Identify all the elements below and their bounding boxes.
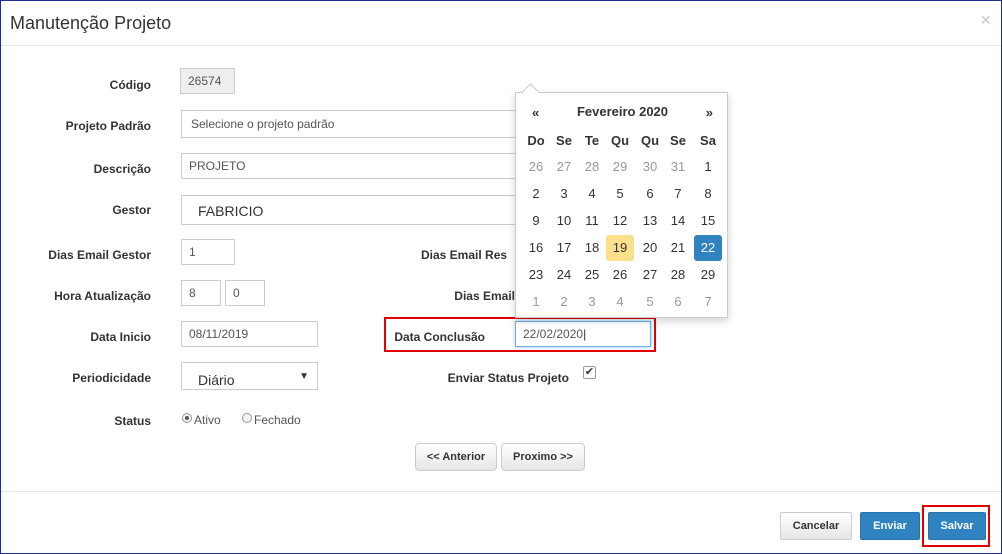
- calendar-day[interactable]: 12: [606, 208, 634, 234]
- dias-email-label: Dias Email: [454, 289, 515, 303]
- dialog-footer: Cancelar Enviar Salvar: [1, 491, 1001, 554]
- close-icon[interactable]: ×: [980, 10, 991, 31]
- calendar-day[interactable]: 9: [522, 208, 550, 234]
- weekday-header: Te: [584, 133, 600, 148]
- calendar-day[interactable]: 2: [522, 181, 550, 207]
- weekday-header: Se: [556, 133, 572, 148]
- calendar-day[interactable]: 24: [550, 262, 578, 288]
- gestor-label: Gestor: [112, 203, 151, 217]
- datepicker: « Fevereiro 2020 » Do Se Te Qu Qu Se Sa 26 27 28 2…: [515, 83, 728, 318]
- calendar-day[interactable]: 5: [606, 181, 634, 207]
- status-ativo-radio[interactable]: [182, 413, 192, 423]
- periodicidade-value: Diário: [198, 372, 235, 388]
- calendar-day[interactable]: 25: [578, 262, 606, 288]
- calendar-day[interactable]: 6: [664, 289, 692, 315]
- highlight-box-data-conclusao: [384, 317, 656, 352]
- calendar-day[interactable]: 30: [636, 154, 664, 180]
- chevron-down-icon: ▼: [299, 371, 309, 382]
- anterior-button[interactable]: << Anterior: [415, 443, 497, 471]
- periodicidade-select[interactable]: Diário ▼: [181, 362, 318, 390]
- calendar-day[interactable]: 17: [550, 235, 578, 261]
- gestor-select[interactable]: FABRICIO: [181, 195, 521, 225]
- calendar-day[interactable]: 27: [550, 154, 578, 180]
- dialog: Manutenção Projeto × Código 26574 Projet…: [0, 0, 1002, 554]
- calendar-day[interactable]: 27: [636, 262, 664, 288]
- calendar-day[interactable]: 20: [636, 235, 664, 261]
- calendar-day[interactable]: 13: [636, 208, 664, 234]
- highlight-box-save: [922, 505, 990, 547]
- calendar-day[interactable]: 8: [694, 181, 722, 207]
- calendar-day[interactable]: 4: [578, 181, 606, 207]
- enviar-status-label: Enviar Status Projeto: [447, 371, 569, 385]
- dias-email-res-label: Dias Email Res: [421, 248, 508, 262]
- datepicker-arrow: [521, 83, 540, 102]
- cancel-button[interactable]: Cancelar: [780, 512, 852, 540]
- calendar-day[interactable]: 21: [664, 235, 692, 261]
- next-month-icon[interactable]: »: [706, 105, 713, 120]
- periodicidade-label: Periodicidade: [72, 371, 151, 385]
- weekday-header: Sa: [700, 133, 716, 148]
- calendar-day[interactable]: 4: [606, 289, 634, 315]
- projeto-padrao-select[interactable]: Selecione o projeto padrão: [181, 110, 521, 138]
- calendar-day[interactable]: 2: [550, 289, 578, 315]
- calendar-day[interactable]: 29: [606, 154, 634, 180]
- codigo-label: Código: [109, 78, 151, 92]
- calendar-day[interactable]: 26: [522, 154, 550, 180]
- data-inicio-label: Data Inicio: [90, 330, 151, 344]
- dias-email-gestor-input[interactable]: 1: [181, 239, 235, 265]
- data-inicio-input[interactable]: 08/11/2019: [181, 321, 318, 347]
- descricao-label: Descrição: [93, 162, 151, 176]
- weekday-header: Qu: [610, 133, 630, 148]
- calendar-day[interactable]: 1: [694, 154, 722, 180]
- dialog-title: Manutenção Projeto: [10, 13, 172, 33]
- datepicker-month-title[interactable]: Fevereiro 2020: [551, 104, 694, 119]
- descricao-input[interactable]: PROJETO: [181, 153, 521, 179]
- calendar-day[interactable]: 6: [636, 181, 664, 207]
- weekday-header: Se: [670, 133, 686, 148]
- calendar-day[interactable]: 7: [694, 289, 722, 315]
- status-ativo-label: Ativo: [194, 413, 221, 427]
- calendar-day[interactable]: 14: [664, 208, 692, 234]
- minuto-input[interactable]: 0: [225, 280, 265, 306]
- calendar-day[interactable]: 23: [522, 262, 550, 288]
- calendar-day[interactable]: 1: [522, 289, 550, 315]
- calendar-day[interactable]: 7: [664, 181, 692, 207]
- calendar-day[interactable]: 16: [522, 235, 550, 261]
- weekday-header: Qu: [640, 133, 660, 148]
- status-fechado-radio[interactable]: [242, 413, 252, 423]
- dialog-header: Manutenção Projeto ×: [1, 1, 1001, 46]
- calendar-day[interactable]: 28: [578, 154, 606, 180]
- calendar-day[interactable]: 3: [578, 289, 606, 315]
- calendar-day[interactable]: 19: [606, 235, 634, 261]
- status-fechado-label: Fechado: [254, 413, 301, 427]
- calendar-day[interactable]: 31: [664, 154, 692, 180]
- codigo-input[interactable]: 26574: [180, 68, 235, 94]
- send-button[interactable]: Enviar: [860, 512, 920, 540]
- calendar-day[interactable]: 11: [578, 208, 606, 234]
- calendar-day[interactable]: 3: [550, 181, 578, 207]
- calendar-day[interactable]: 28: [664, 262, 692, 288]
- hora-atualizacao-label: Hora Atualização: [54, 289, 151, 303]
- calendar-day[interactable]: 15: [694, 208, 722, 234]
- calendar-day[interactable]: 18: [578, 235, 606, 261]
- calendar-day[interactable]: 26: [606, 262, 634, 288]
- enviar-status-checkbox[interactable]: ✔: [583, 366, 596, 379]
- hora-input[interactable]: 8: [181, 280, 221, 306]
- weekday-header: Do: [527, 133, 545, 148]
- proximo-button[interactable]: Proximo >>: [501, 443, 585, 471]
- prev-month-icon[interactable]: «: [532, 105, 539, 120]
- status-label: Status: [114, 414, 151, 428]
- dias-email-gestor-label: Dias Email Gestor: [48, 248, 151, 262]
- calendar-day[interactable]: 29: [694, 262, 722, 288]
- calendar-day[interactable]: 5: [636, 289, 664, 315]
- calendar-day[interactable]: 22: [694, 235, 722, 261]
- calendar-day[interactable]: 10: [550, 208, 578, 234]
- projeto-padrao-label: Projeto Padrão: [65, 119, 151, 133]
